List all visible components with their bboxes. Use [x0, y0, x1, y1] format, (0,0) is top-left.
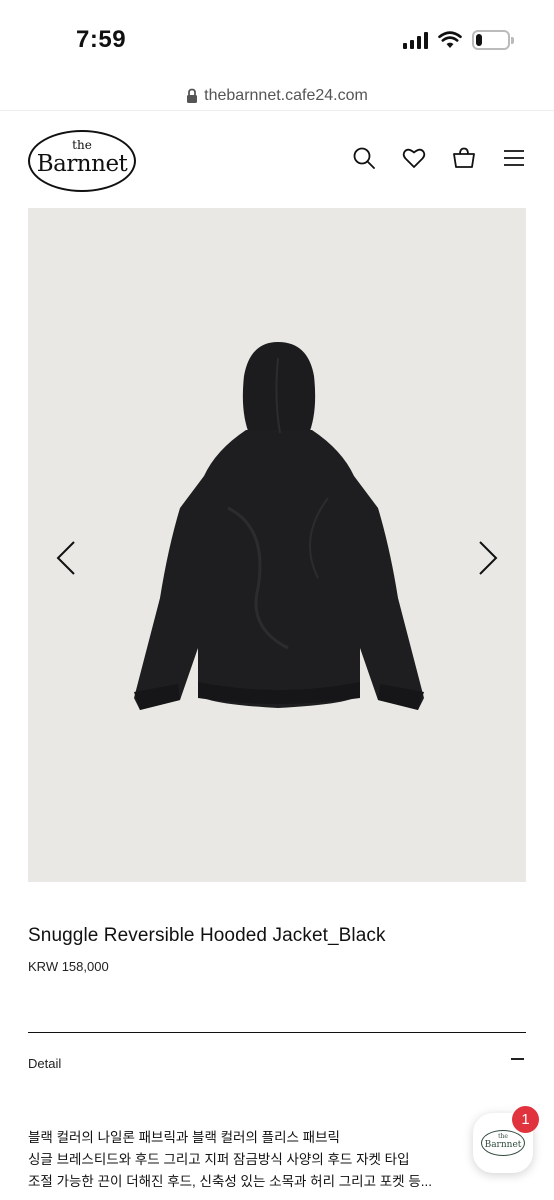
detail-description: 블랙 컬러의 나일론 패브릭과 블랙 컬러의 플리스 패브릭 싱글 브레스티드와… — [28, 1127, 498, 1193]
previous-image-arrow-icon[interactable] — [54, 538, 78, 578]
status-time: 7:59 — [76, 26, 127, 53]
logo-small-text: the — [72, 138, 92, 152]
floating-logo-main-text: Barnnet — [484, 1140, 522, 1150]
product-title: Snuggle Reversible Hooded Jacket_Black — [28, 925, 386, 946]
logo-main-text: Barnnet — [36, 151, 128, 177]
detail-accordion-header[interactable]: Detail — [28, 1054, 526, 1074]
site-logo[interactable]: the Barnnet — [28, 130, 136, 192]
battery-icon — [472, 30, 514, 50]
site-header: the Barnnet — [0, 120, 554, 200]
section-divider — [28, 1032, 526, 1033]
next-image-arrow-icon[interactable] — [476, 538, 500, 578]
bag-icon — [453, 147, 475, 168]
cellular-signal-icon — [403, 31, 428, 49]
lock-icon — [187, 88, 198, 103]
url-divider — [0, 110, 554, 111]
notification-badge: 1 — [512, 1106, 539, 1133]
heart-icon — [402, 148, 426, 168]
floating-logo-icon: the Barnnet — [481, 1130, 525, 1156]
collapse-minus-icon[interactable] — [511, 1058, 524, 1060]
menu-button[interactable] — [502, 146, 526, 170]
wishlist-button[interactable] — [402, 146, 426, 170]
header-icons — [352, 146, 526, 170]
url-text: thebarnnet.cafe24.com — [204, 87, 368, 104]
url-bar[interactable]: thebarnnet.cafe24.com — [0, 82, 554, 110]
product-image-carousel[interactable] — [28, 208, 526, 882]
detail-label: Detail — [28, 1056, 62, 1071]
detail-line: 조절 가능한 끈이 더해진 후드, 신축성 있는 소목과 허리 그리고 포켓 등… — [28, 1174, 433, 1189]
product-price: KRW 158,000 — [28, 959, 109, 974]
status-bar: 7:59 — [0, 0, 554, 80]
status-icons — [403, 30, 514, 50]
search-button[interactable] — [352, 146, 376, 170]
floating-logo-small-text: the — [498, 1133, 508, 1140]
wifi-icon — [438, 31, 462, 48]
detail-line: 싱글 브레스티드와 후드 그리고 지퍼 잠금방식 사양의 후드 자켓 타입 — [28, 1152, 410, 1167]
battery-level — [476, 34, 482, 46]
detail-line: 블랙 컬러의 나일론 패브릭과 블랙 컬러의 플리스 패브릭 — [28, 1130, 340, 1145]
search-icon — [353, 147, 375, 169]
cart-button[interactable] — [452, 146, 476, 170]
product-jacket-image — [134, 342, 424, 710]
menu-icon — [504, 150, 524, 166]
